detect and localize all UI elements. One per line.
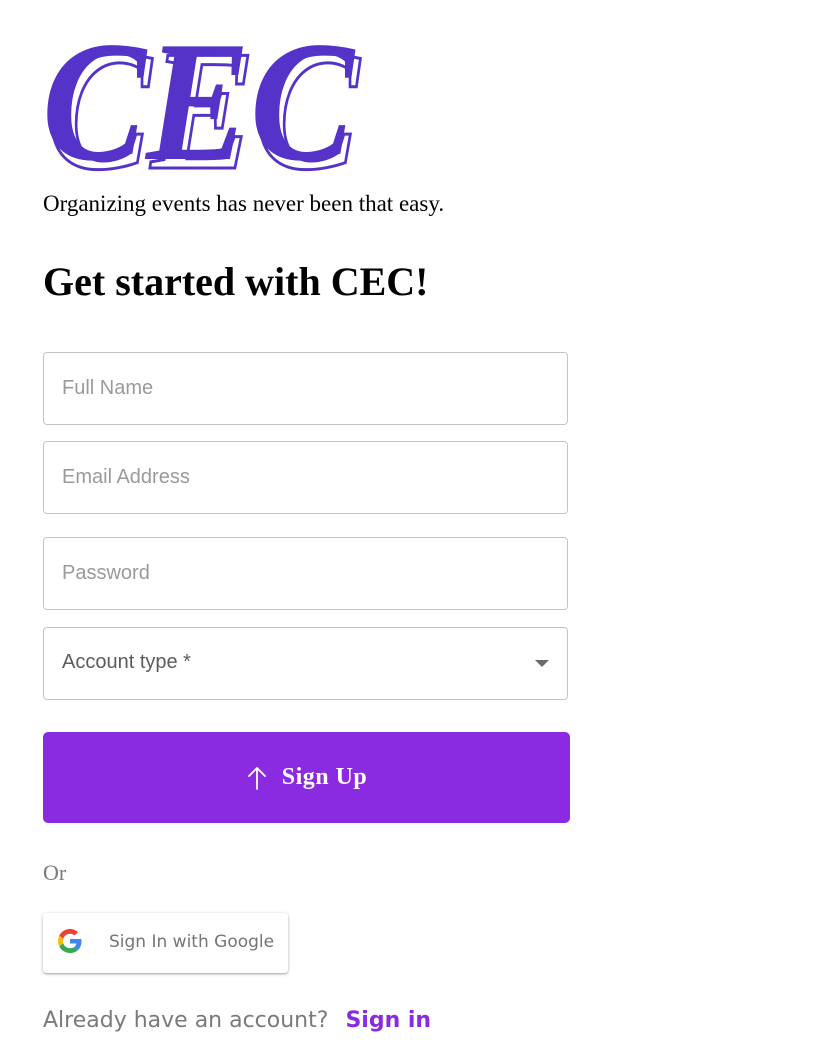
page-title: Get started with CEC! <box>43 259 429 304</box>
password-input[interactable] <box>44 538 567 609</box>
tagline: Organizing events has never been that ea… <box>43 191 445 216</box>
sign-in-prompt: Already have an account? Sign in <box>43 1008 431 1033</box>
google-g-icon <box>58 929 82 953</box>
chevron-down-icon <box>535 660 549 667</box>
email-input[interactable] <box>44 442 567 513</box>
sign-up-label: Sign Up <box>281 764 368 790</box>
sign-in-prompt-text: Already have an account? <box>43 1008 329 1033</box>
sign-up-button[interactable]: Sign Up <box>43 732 570 823</box>
arrow-up-icon <box>247 766 266 790</box>
cec-logo: CEC CEC <box>43 28 363 176</box>
email-field <box>43 441 568 514</box>
cec-logo-mark: CEC CEC <box>43 28 363 176</box>
account-type-select[interactable]: Account type * <box>43 627 568 700</box>
or-divider: Or <box>43 860 67 885</box>
full-name-input[interactable] <box>44 353 567 424</box>
google-sign-in-label: Sign In with Google <box>109 932 275 952</box>
google-sign-in-button[interactable]: Sign In with Google <box>43 913 288 973</box>
password-field <box>43 537 568 610</box>
full-name-field <box>43 352 568 425</box>
svg-text:CEC: CEC <box>43 28 356 176</box>
sign-in-link[interactable]: Sign in <box>345 1008 431 1033</box>
account-type-label: Account type * <box>62 651 191 673</box>
